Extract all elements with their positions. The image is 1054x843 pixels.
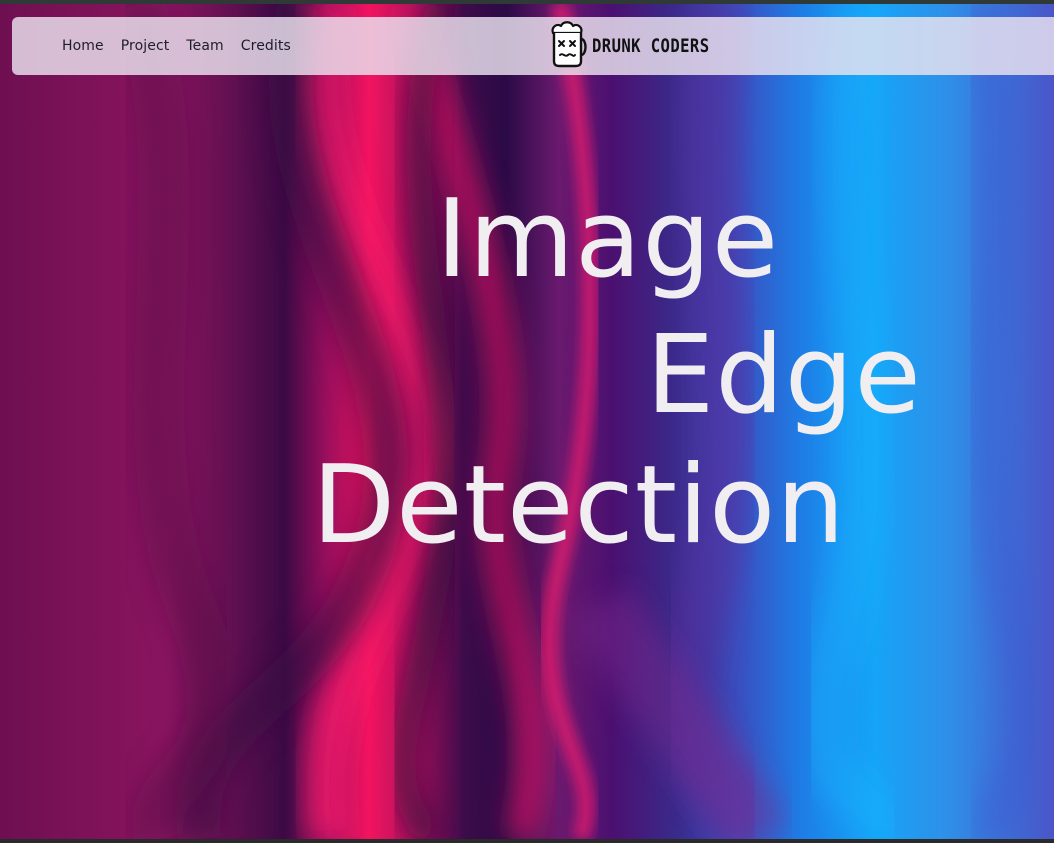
window-top-edge — [0, 0, 1054, 4]
nav-link-credits[interactable]: Credits — [241, 38, 291, 54]
brand-name: DRUNK CODERS — [592, 35, 710, 57]
nav-link-project[interactable]: Project — [121, 38, 170, 54]
hero-title-line-1: Image — [436, 177, 780, 302]
nav-links: Home Project Team Credits — [62, 17, 291, 75]
top-navbar: Home Project Team Credits DRUNK CODERS — [12, 17, 1054, 75]
nav-link-team[interactable]: Team — [186, 38, 223, 54]
drunk-beer-mug-icon — [548, 19, 588, 73]
window-bottom-edge — [0, 839, 1054, 843]
brand-logo[interactable]: DRUNK CODERS — [548, 21, 735, 71]
nav-link-home[interactable]: Home — [62, 38, 104, 54]
hero-title-line-3: Detection — [312, 443, 846, 568]
landing-page: Home Project Team Credits DRUNK CODERS I… — [0, 0, 1054, 843]
hero-title-line-2: Edge — [646, 313, 922, 438]
